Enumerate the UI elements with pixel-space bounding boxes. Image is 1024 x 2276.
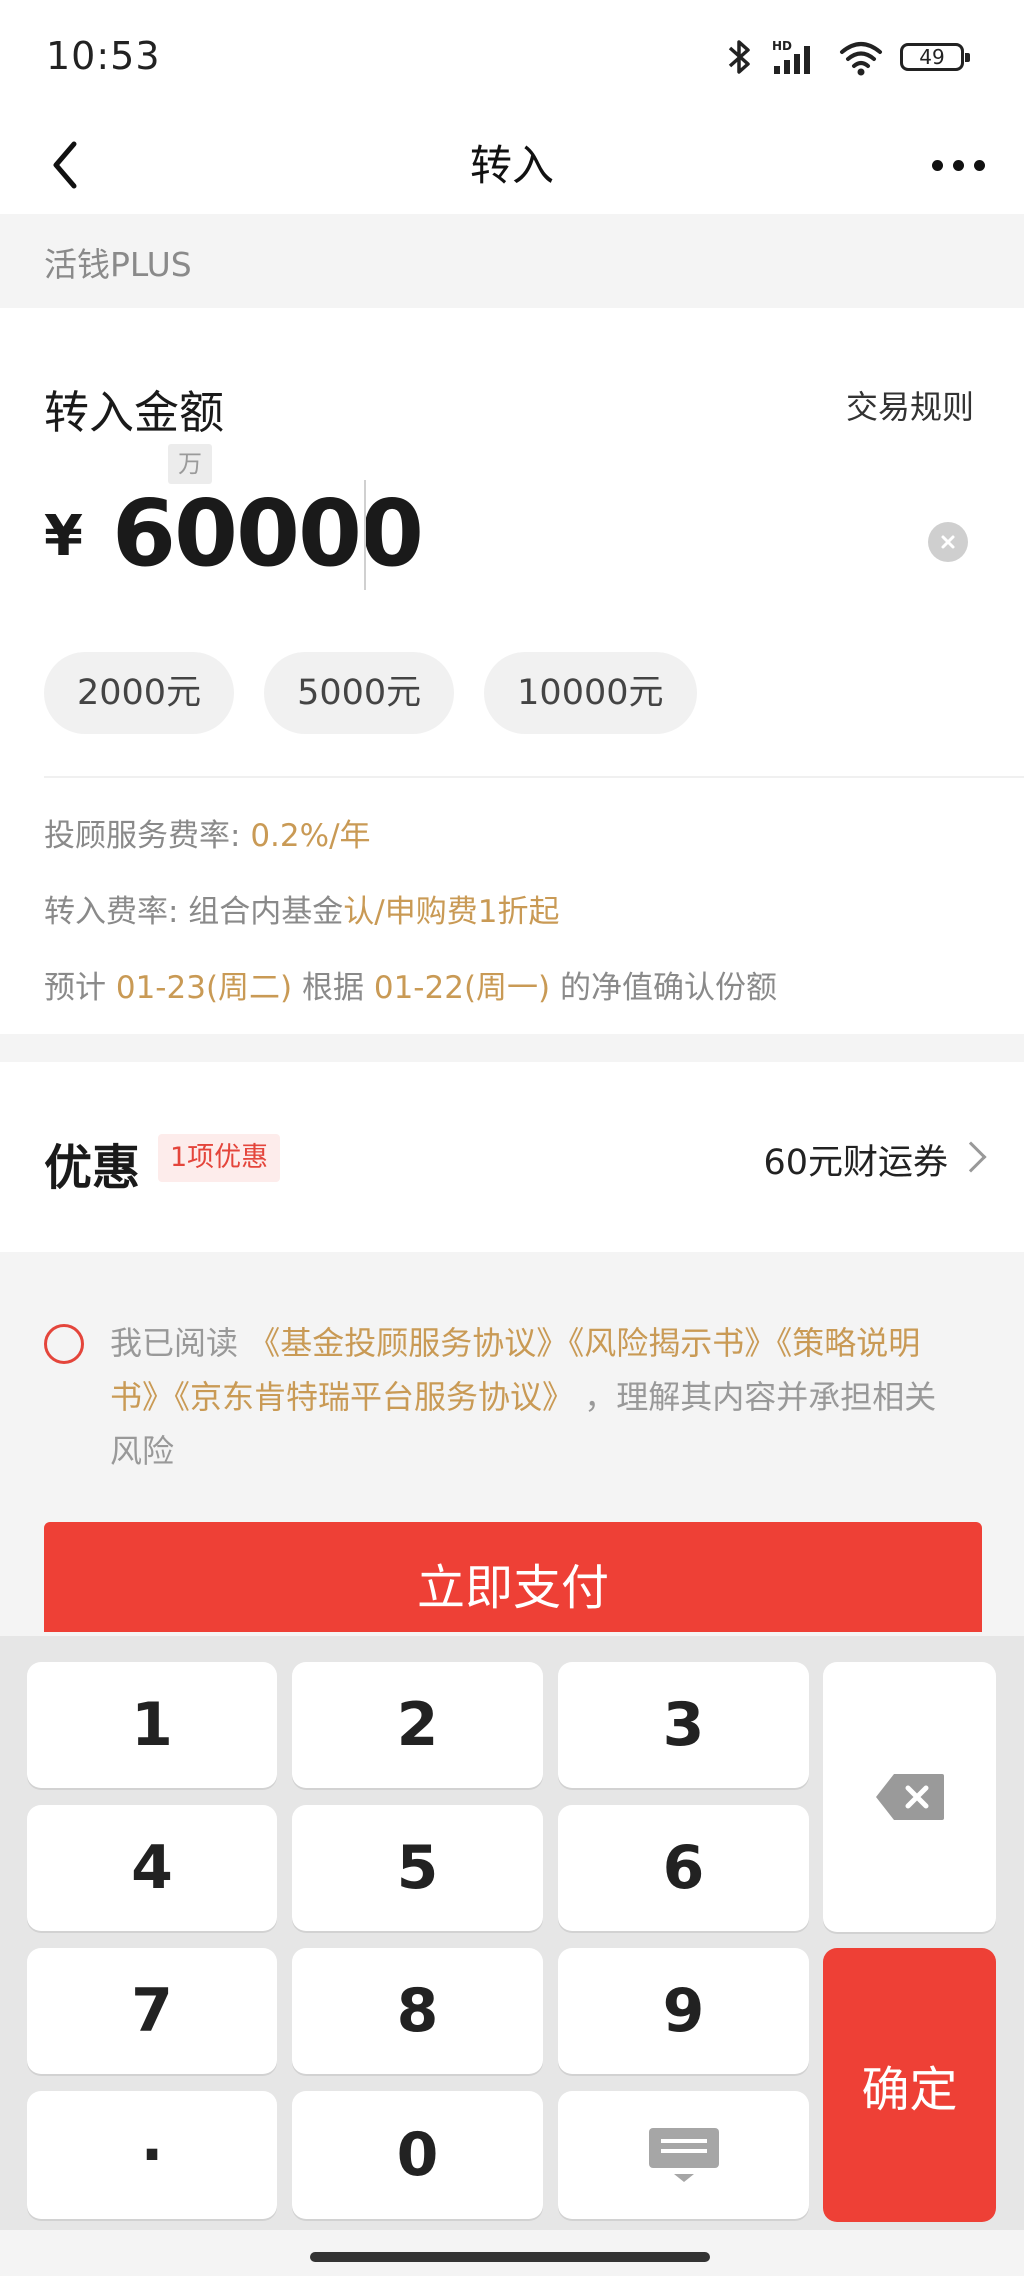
home-indicator[interactable] xyxy=(310,2252,710,2262)
transfer-fee-value: 认/申购费1折起 xyxy=(343,894,560,930)
agreement-link[interactable]: 《基金投顾服务协议》 xyxy=(248,1324,568,1362)
pay-now-button[interactable]: 立即支付 xyxy=(44,1522,982,1632)
key-4[interactable]: 4 xyxy=(27,1805,277,1931)
fee-rate-line: 投顾服务费率: 0.2%/年 xyxy=(44,810,371,855)
promo-badge: 1项优惠 xyxy=(158,1134,281,1182)
key-6[interactable]: 6 xyxy=(558,1805,809,1931)
svg-text:HD: HD xyxy=(772,39,792,53)
battery-icon: 49 xyxy=(900,43,970,71)
key-0[interactable]: 0 xyxy=(292,2091,543,2219)
product-strip: 活钱PLUS xyxy=(0,214,1024,308)
promo-title: 优惠 xyxy=(44,1140,141,1196)
input-caret xyxy=(364,480,366,590)
backspace-icon xyxy=(875,1774,944,1820)
key-8[interactable]: 8 xyxy=(292,1948,543,2074)
status-time: 10:53 xyxy=(46,34,161,78)
chevron-right-icon xyxy=(955,1141,987,1173)
agreement-prefix: 我已阅读 xyxy=(110,1324,249,1362)
agreement-checkbox[interactable] xyxy=(44,1324,84,1364)
confirm-date: 01-23(周二) xyxy=(115,970,293,1006)
wifi-icon xyxy=(840,42,882,76)
confirm-key[interactable]: 确定 xyxy=(823,1948,996,2222)
clear-button[interactable] xyxy=(928,522,968,562)
divider xyxy=(44,776,1024,778)
key-9[interactable]: 9 xyxy=(558,1948,809,2074)
nav-date: 01-22(周一) xyxy=(373,970,551,1006)
hd-signal-icon: HD xyxy=(772,39,810,74)
quick-amount-chip[interactable]: 10000元 xyxy=(484,652,697,734)
backspace-key[interactable] xyxy=(823,1662,996,1932)
status-bar: 10:53 HD 49 xyxy=(0,0,1024,118)
key-3[interactable]: 3 xyxy=(558,1662,809,1788)
key-dot[interactable]: · xyxy=(27,2091,277,2219)
status-icons: HD 49 xyxy=(726,34,970,80)
key-7[interactable]: 7 xyxy=(27,1948,277,2074)
chevron-left-icon xyxy=(53,141,77,189)
key-1[interactable]: 1 xyxy=(27,1662,277,1788)
amount-title: 转入金额 xyxy=(44,386,225,439)
amount-input[interactable]: 60000 xyxy=(112,480,424,587)
agreement-text: 我已阅读 《基金投顾服务协议》《风险揭示书》《策略说明书》《京东肯特瑞平台服务协… xyxy=(110,1316,960,1478)
more-dots-icon xyxy=(931,159,943,171)
quick-amount-chips: 2000元 5000元 10000元 xyxy=(44,652,697,734)
estimate-prefix: 预计 xyxy=(44,970,116,1006)
product-name: 活钱PLUS xyxy=(44,245,192,284)
close-icon xyxy=(941,535,955,549)
currency-symbol: ¥ xyxy=(44,504,83,569)
amount-card: 转入金额 交易规则 万 ¥ 60000 2000元 5000元 10000元 投… xyxy=(0,308,1024,1034)
promo-row[interactable]: 优惠 1项优惠 60元财运券 xyxy=(0,1062,1024,1252)
bluetooth-icon xyxy=(728,40,750,74)
estimate-suffix: 的净值确认份额 xyxy=(550,970,777,1006)
fee-rate-value: 0.2%/年 xyxy=(250,818,371,854)
hide-keyboard-icon xyxy=(648,2128,719,2182)
page-title: 转入 xyxy=(469,141,554,190)
nav-bar: 转入 xyxy=(0,118,1024,214)
back-button[interactable] xyxy=(30,130,100,200)
promo-value: 60元财运券 xyxy=(763,1143,948,1183)
fee-rate-label: 投顾服务费率: xyxy=(44,818,251,854)
transfer-fee-label: 转入费率: 组合内基金 xyxy=(44,894,344,930)
quick-amount-chip[interactable]: 2000元 xyxy=(44,652,235,734)
more-button[interactable] xyxy=(918,130,998,200)
key-2[interactable]: 2 xyxy=(292,1662,543,1788)
estimate-line: 预计 01-23(周二) 根据 01-22(周一) 的净值确认份额 xyxy=(44,962,777,1007)
numeric-keypad: 1 2 3 4 5 6 7 8 9 确定 · 0 xyxy=(0,1636,1024,2230)
hide-keyboard-key[interactable] xyxy=(558,2091,809,2219)
quick-amount-chip[interactable]: 5000元 xyxy=(264,652,455,734)
transfer-fee-line: 转入费率: 组合内基金认/申购费1折起 xyxy=(44,886,559,931)
estimate-middle: 根据 xyxy=(292,970,374,1006)
key-5[interactable]: 5 xyxy=(292,1805,543,1931)
agreement-link[interactable]: 《风险揭示书》 xyxy=(568,1324,776,1362)
trading-rules-link[interactable]: 交易规则 xyxy=(846,382,974,428)
unit-hint: 万 xyxy=(168,444,212,484)
agreement-link[interactable]: 《京东肯特瑞平台服务协议》 xyxy=(174,1378,574,1416)
